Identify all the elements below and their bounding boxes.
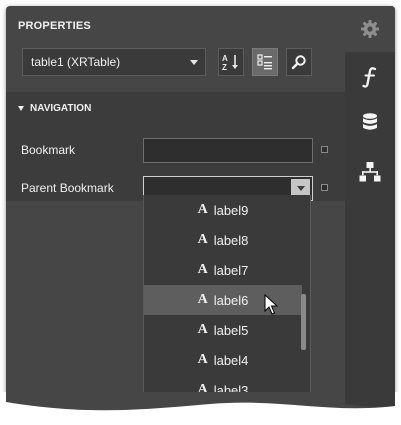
parent-bookmark-property-marker[interactable]: [321, 184, 328, 191]
bookmark-input[interactable]: [143, 138, 313, 163]
svg-text:A: A: [222, 54, 228, 63]
bookmark-property-marker[interactable]: [321, 146, 328, 153]
properties-window: PROPERTIES table1 (XRTable) A Z NAVIGATI…: [6, 6, 395, 412]
list-item[interactable]: A label8: [144, 225, 302, 255]
list-item-label: label9: [213, 202, 249, 218]
database-icon[interactable]: [355, 108, 385, 138]
component-selector[interactable]: table1 (XRTable): [22, 48, 206, 76]
list-item[interactable]: A label7: [144, 255, 302, 285]
panel-title: PROPERTIES: [18, 20, 91, 32]
sort-alphabetical-icon: A Z: [222, 54, 238, 72]
parent-bookmark-dropdown-list: A label9 A label8 A label7 A label6 A la…: [143, 195, 311, 398]
categories-button[interactable]: [252, 48, 278, 76]
property-grid: Bookmark Parent Bookmark: [6, 124, 345, 201]
dropdown-scrollbar[interactable]: [301, 294, 306, 350]
label-icon: A: [197, 322, 208, 337]
chevron-down-icon: [296, 186, 305, 191]
list-item-label: label4: [213, 352, 249, 368]
sort-alphabetical-button[interactable]: A Z: [218, 48, 244, 76]
list-item-label: label8: [213, 232, 249, 248]
label-icon: A: [197, 292, 208, 307]
gear-icon[interactable]: [355, 14, 385, 44]
component-selector-value: table1 (XRTable): [31, 55, 121, 69]
function-icon[interactable]: [355, 62, 385, 92]
hierarchy-icon[interactable]: [355, 157, 385, 187]
list-item-label: label6: [213, 292, 249, 308]
label-icon: A: [197, 352, 208, 367]
svg-text:Z: Z: [222, 63, 227, 72]
categories-icon: [257, 54, 272, 70]
search-icon: [291, 55, 306, 70]
navigation-section-header[interactable]: NAVIGATION: [6, 92, 345, 124]
bookmark-label: Bookmark: [21, 143, 76, 157]
collapse-triangle-icon: [18, 105, 24, 111]
list-item-label: label7: [213, 262, 249, 278]
list-item[interactable]: A label5: [144, 315, 302, 345]
torn-edge-decoration: [0, 392, 401, 425]
label-icon: A: [197, 232, 208, 247]
parent-bookmark-label: Parent Bookmark: [21, 181, 114, 195]
list-item-label: label5: [213, 322, 249, 338]
list-item-hovered[interactable]: A label6: [144, 285, 302, 315]
section-title: NAVIGATION: [30, 102, 92, 114]
label-icon: A: [197, 202, 208, 217]
chevron-down-icon: [190, 60, 198, 65]
list-item[interactable]: A label9: [144, 195, 302, 225]
label-icon: A: [197, 262, 208, 277]
list-item[interactable]: A label4: [144, 345, 302, 375]
search-button[interactable]: [286, 48, 312, 76]
